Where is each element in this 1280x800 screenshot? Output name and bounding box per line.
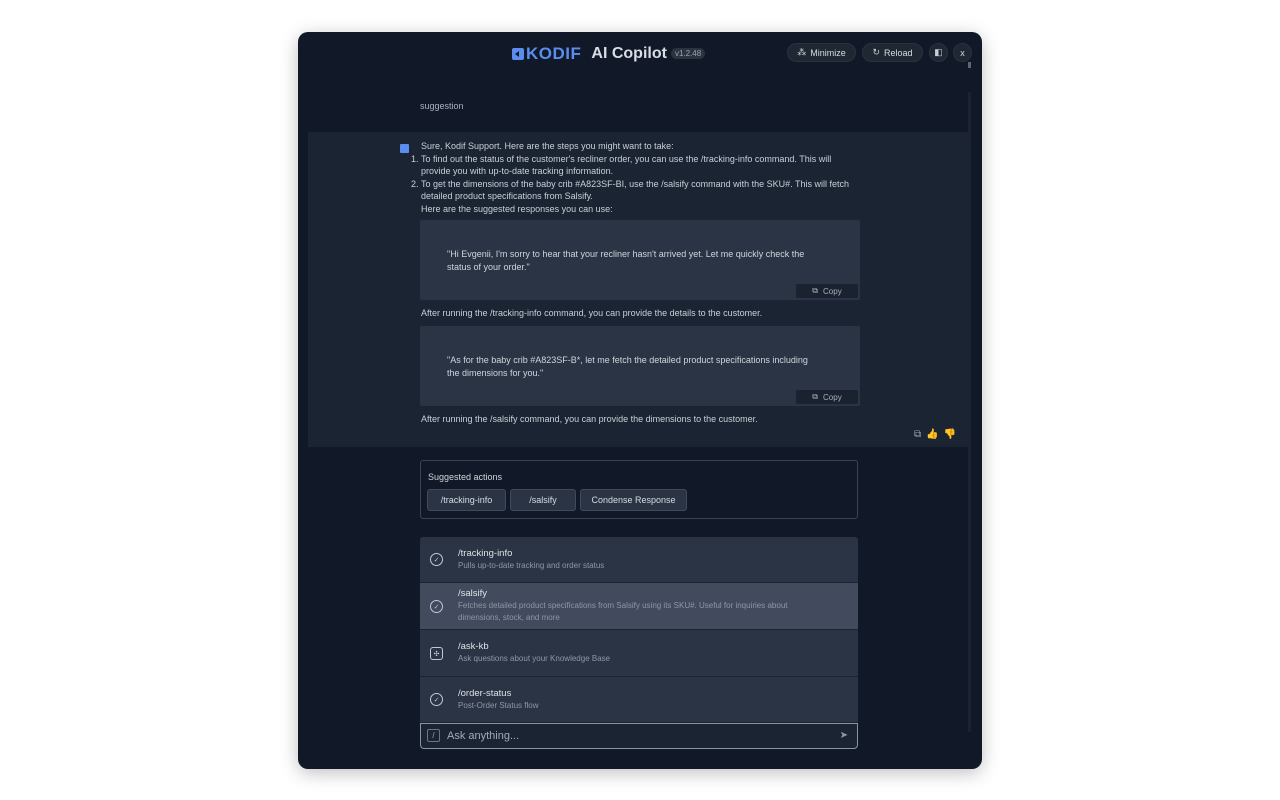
command-desc: Fetches detailed product specifications … [458,601,788,622]
check-circle-icon: ✓ [430,693,443,706]
ai-intro: Sure, Kodif Support. Here are the steps … [421,141,674,151]
reload-label: Reload [884,47,913,58]
action-chip-condense-response[interactable]: Condense Response [580,489,687,511]
ai-response-text: Sure, Kodif Support. Here are the steps … [411,140,861,215]
copy-button[interactable]: ⧉ Copy [796,390,858,404]
send-icon[interactable]: ➤ [840,730,848,741]
action-chip-salsify[interactable]: /salsify [510,489,576,511]
suggested-response-text: "As for the baby crib #A823SF-B*, let me… [447,355,808,378]
thumbs-up-icon[interactable]: 👍 [926,429,938,440]
after-text: After running the /salsify command, you … [421,414,758,424]
command-desc: Pulls up-to-date tracking and order stat… [458,561,605,570]
step-item: 2. To get the dimensions of the baby cri… [411,178,850,202]
command-name: /ask-kb [458,641,489,652]
chat-input[interactable] [447,727,827,745]
action-chip-tracking-info[interactable]: /tracking-info [427,489,506,511]
minimize-label: Minimize [810,47,846,58]
feedback-actions: ⧉ 👍 👎 [914,429,956,440]
copy-icon: ⧉ [812,286,819,295]
command-item-order-status[interactable]: ✓ /order-status Post-Order Status flow [420,677,858,723]
minimize-icon: ⁂ [797,47,807,57]
copy-icon: ⧉ [812,392,819,401]
suggested-actions-title: Suggested actions [428,472,503,482]
panel-icon: ◧ [934,47,943,57]
suggested-response-card: "Hi Evgenii, I'm sorry to hear that your… [420,220,860,300]
after-text: After running the /tracking-info command… [421,308,763,318]
step-item: 1. To find out the status of the custome… [411,153,832,177]
reload-icon: ↻ [872,47,880,57]
command-item-salsify[interactable]: ✓ /salsify Fetches detailed product spec… [420,583,858,630]
slash-command-icon[interactable]: / [427,729,440,742]
suggested-response-text: "Hi Evgenii, I'm sorry to hear that your… [447,249,805,272]
brand: KODIF AI Copilot v1.2.48 [512,43,706,65]
suggested-response-card: "As for the baby crib #A823SF-B*, let me… [420,326,860,406]
suggested-actions: Suggested actions /tracking-info /salsif… [420,460,858,519]
command-desc: Ask questions about your Knowledge Base [458,654,611,663]
kodif-logo-icon [512,48,524,60]
command-name: /tracking-info [458,548,513,559]
command-desc: Post-Order Status flow [458,701,539,710]
ai-avatar-icon [400,144,409,153]
close-button[interactable]: x [953,43,972,62]
window-settings-button[interactable]: ◧ [929,43,948,62]
command-name: /order-status [458,688,512,699]
reload-button[interactable]: ↻ Reload [862,43,923,62]
check-circle-icon: ✓ [430,600,443,613]
command-item-ask-kb[interactable]: ✣ /ask-kb Ask questions about your Knowl… [420,630,858,677]
close-icon: x [960,47,965,58]
copilot-window: KODIF AI Copilot v1.2.48 ⁂ Minimize ↻ Re… [298,32,982,769]
puzzle-icon: ✣ [430,647,443,660]
scrollbar[interactable] [968,62,971,732]
responses-intro: Here are the suggested responses you can… [421,203,613,214]
steps-list: 1. To find out the status of the custome… [411,153,861,203]
version-badge: v1.2.48 [670,47,706,59]
command-list: ✓ /tracking-info Pulls up-to-date tracki… [420,537,858,723]
command-name: /salsify [458,588,488,599]
app-title: AI Copilot [591,45,667,62]
logo-text: KODIF [526,44,582,63]
minimize-button[interactable]: ⁂ Minimize [787,43,856,62]
thumbs-down-icon[interactable]: 👎 [944,429,956,440]
header: KODIF AI Copilot v1.2.48 ⁂ Minimize ↻ Re… [298,32,982,74]
chat-input-box: / ➤ [420,723,858,749]
check-circle-icon: ✓ [430,553,443,566]
user-message: suggestion [420,101,464,111]
copy-response-icon[interactable]: ⧉ [914,429,921,440]
copy-button[interactable]: ⧉ Copy [796,284,858,298]
command-item-tracking-info[interactable]: ✓ /tracking-info Pulls up-to-date tracki… [420,537,858,583]
ai-response: Sure, Kodif Support. Here are the steps … [308,132,968,447]
